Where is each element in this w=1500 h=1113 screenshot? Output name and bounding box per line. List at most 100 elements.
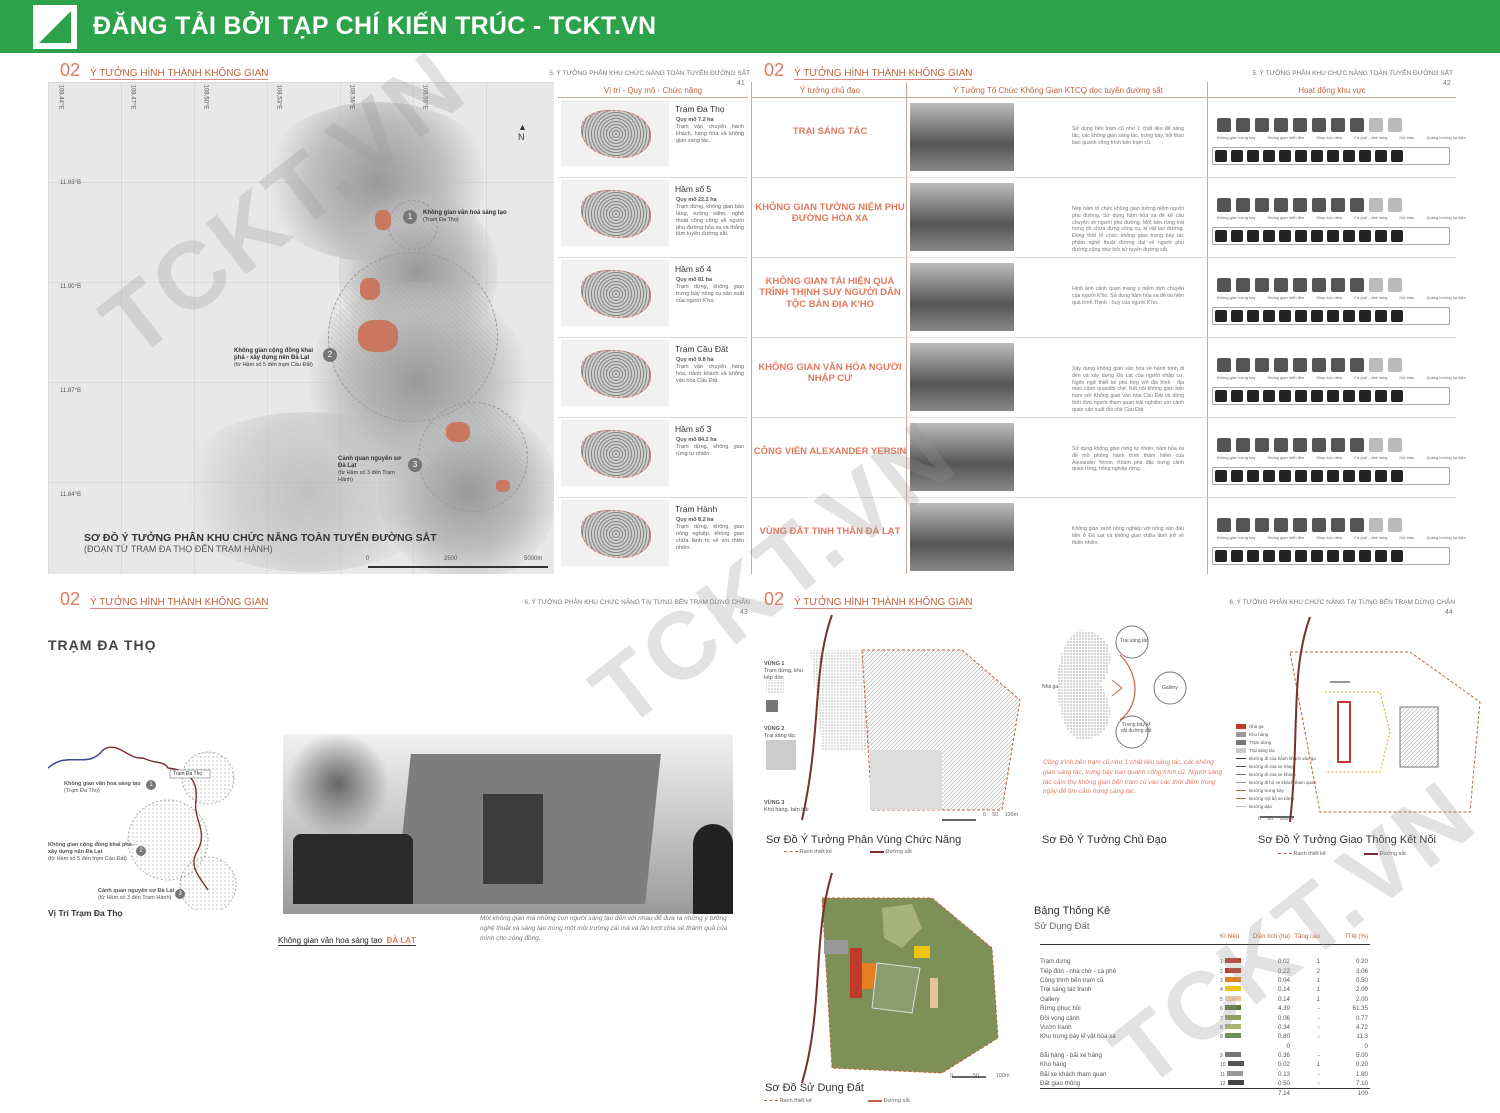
activity-label: Không gian triển lãm [1267, 295, 1305, 300]
section-title: Ý TƯỞNG HÌNH THÀNH KHÔNG GIAN [90, 597, 269, 609]
activity-label: Cà phê - nhà hàng [1354, 455, 1388, 460]
activity-icon [1279, 150, 1291, 162]
scale-label: 0 50 100m [983, 812, 1019, 818]
land-use-floors: - [1317, 1052, 1320, 1060]
land-use-percent: 1.80 [1355, 1070, 1368, 1078]
land-use-name: Kho hàng [1040, 1061, 1067, 1069]
stats-subtitle: Sử Dụng Đất [1034, 921, 1090, 932]
land-use-percent: 2.00 [1355, 995, 1368, 1003]
scale-label: 0 50 100m [1258, 816, 1294, 822]
stats-row: Công trình bến trạm cũ 3 0.04 1 0.50 [1040, 976, 1370, 985]
activity-icons-row2 [1212, 307, 1450, 325]
land-use-name: Gallery [1040, 995, 1060, 1003]
land-use-area: 0.14 [1277, 986, 1290, 994]
activity-icon [1375, 310, 1387, 322]
land-use-name: Rừng phục hồi [1040, 1005, 1081, 1013]
activity-icons-row2 [1212, 147, 1450, 165]
traffic-legend-item: Kho hàng [1236, 730, 1316, 738]
site-banner: ĐĂNG TẢI BỞI TẠP CHÍ KIẾN TRÚC - TCKT.VN [0, 0, 1500, 53]
activity-icon [1274, 518, 1288, 532]
activity-icon [1388, 358, 1402, 372]
lon-label: 108.56°E [348, 84, 355, 110]
p42-subheader: 5. Ý TƯỞNG PHÂN KHU CHỨC NĂNG TOÀN TUYẾN… [1252, 70, 1453, 77]
station-scale: Quy mô 22.2 ha [676, 197, 717, 203]
activity-label: Không gian trưng bày [1217, 535, 1256, 540]
page-number: 43 [740, 609, 748, 616]
activity-label: Cà phê - nhà hàng [1354, 375, 1388, 380]
activity-icon [1293, 438, 1307, 452]
station-name: Trạm Hành [675, 504, 718, 514]
stats-table-header: Kí hiệu Diện tích (ha) Tầng cao Tỉ lệ (%) [1220, 933, 1368, 941]
zoning-diagram [766, 614, 1021, 821]
activity-icon [1217, 518, 1231, 532]
activity-icon [1215, 470, 1227, 482]
activity-icons [1217, 518, 1402, 532]
main-idea: CÔNG VIÊN ALEXANDER YERSIN [753, 446, 907, 457]
legend-boundary: Ranh thiết kế [1278, 851, 1326, 857]
site-shape [581, 350, 651, 398]
map-label-1: Không gian văn hoá sáng tạo (Trạm Đa Thọ) [423, 210, 507, 224]
land-use-area: 0.13 [1277, 1070, 1290, 1078]
historic-photo [910, 343, 1014, 411]
photo-caption: Không gian văn hoa sáng tạo ĐÀ LẠT [278, 936, 416, 946]
scale-label: 0 [366, 556, 370, 562]
activity-icons [1217, 278, 1402, 292]
activity-labels: Không gian trưng bày Không gian triển lãm… [1217, 375, 1466, 380]
activity-icon [1236, 118, 1250, 132]
site-shape [581, 110, 651, 158]
activity-labels: Không gian trưng bày Không gian triển lãm… [1217, 295, 1466, 300]
main-idea: KHÔNG GIAN TƯỞNG NIỆM PHU ĐƯỜNG HỎA XA [755, 202, 905, 225]
station-location-map [48, 746, 237, 910]
land-use-floors: - [1317, 1033, 1320, 1041]
lon-label: 108.47°E [129, 84, 136, 110]
activity-icon [1343, 550, 1355, 562]
activity-icon [1331, 278, 1345, 292]
activity-icon [1231, 310, 1243, 322]
activity-icon [1327, 470, 1339, 482]
land-use-area: 0.34 [1277, 1023, 1290, 1031]
activity-icon [1312, 198, 1326, 212]
activity-icon [1279, 390, 1291, 402]
land-use-map [801, 872, 999, 1083]
activity-label: Quảng trường sự kiện [1426, 215, 1466, 220]
activity-label: Không gian triển lãm [1267, 455, 1305, 460]
col-header: Ý tưởng chủ đạo [800, 86, 860, 95]
land-use-area: 7.14 [1277, 1090, 1290, 1098]
activity-icon [1391, 470, 1403, 482]
scale-bar [368, 566, 548, 568]
section-number: 02 [60, 589, 81, 609]
map-label-3: Cảnh quan nguyên sơ Đà Lạt (từ Hầm số 3 đ… [338, 456, 402, 483]
land-use-area: 0.50 [1277, 1080, 1290, 1088]
traffic-legend-item: Đường dạo [1236, 802, 1316, 810]
land-use-name: Công trình bến trạm cũ [1040, 976, 1104, 984]
activity-label: Hội thảo [1399, 455, 1415, 460]
activity-icon [1236, 518, 1250, 532]
station-desc: Quy mô 81 ha Trạm dừng, không gian trưng … [676, 277, 744, 305]
land-use-percent: 0 [1364, 1042, 1368, 1050]
activity-icon [1231, 390, 1243, 402]
activity-icon [1255, 118, 1269, 132]
legend-railway: Đường sắt [870, 849, 912, 855]
legend-boundary: Ranh thiết kế [784, 849, 832, 855]
stats-row: Rừng phục hồi 6 4.39 - 61.35 [1040, 1004, 1370, 1013]
land-use-floors: 2 [1316, 967, 1320, 975]
activity-icon [1231, 470, 1243, 482]
legend-boundary: Ranh thiết kế [764, 1098, 812, 1104]
site-thumbnail [561, 180, 669, 246]
activity-icon [1369, 358, 1383, 372]
activity-icon [1295, 390, 1307, 402]
stats-title: Bảng Thống Kê [1034, 905, 1111, 917]
activity-icon [1359, 150, 1371, 162]
activity-icon [1369, 118, 1383, 132]
land-use-name: Khu trưng bày kỉ vật hỏa xa [1040, 1033, 1116, 1041]
station-desc: Quy mô 84.2 ha Trạm dừng, không gian rừng… [676, 437, 744, 458]
traffic-legend: Nhà ga Kho hàng Trạm dừng Trại sáng tác Đườn… [1236, 722, 1316, 810]
idea-description: Nép hầm tổ chức không gian tưởng niệm ng… [1072, 206, 1184, 253]
station-desc: Quy mô 7.2 ha Trạm vận chuyển hành khách,… [676, 117, 744, 145]
activity-icon [1236, 198, 1250, 212]
land-use-percent: 0.77 [1355, 1014, 1368, 1022]
north-arrow-icon: ▲ N [518, 122, 527, 142]
main-idea: KHÔNG GIAN VĂN HÓA NGƯỜI NHẬP CƯ [758, 362, 902, 385]
stats-row: Trạm dừng 1 0.02 1 0.20 [1040, 957, 1370, 966]
activity-icon [1391, 390, 1403, 402]
